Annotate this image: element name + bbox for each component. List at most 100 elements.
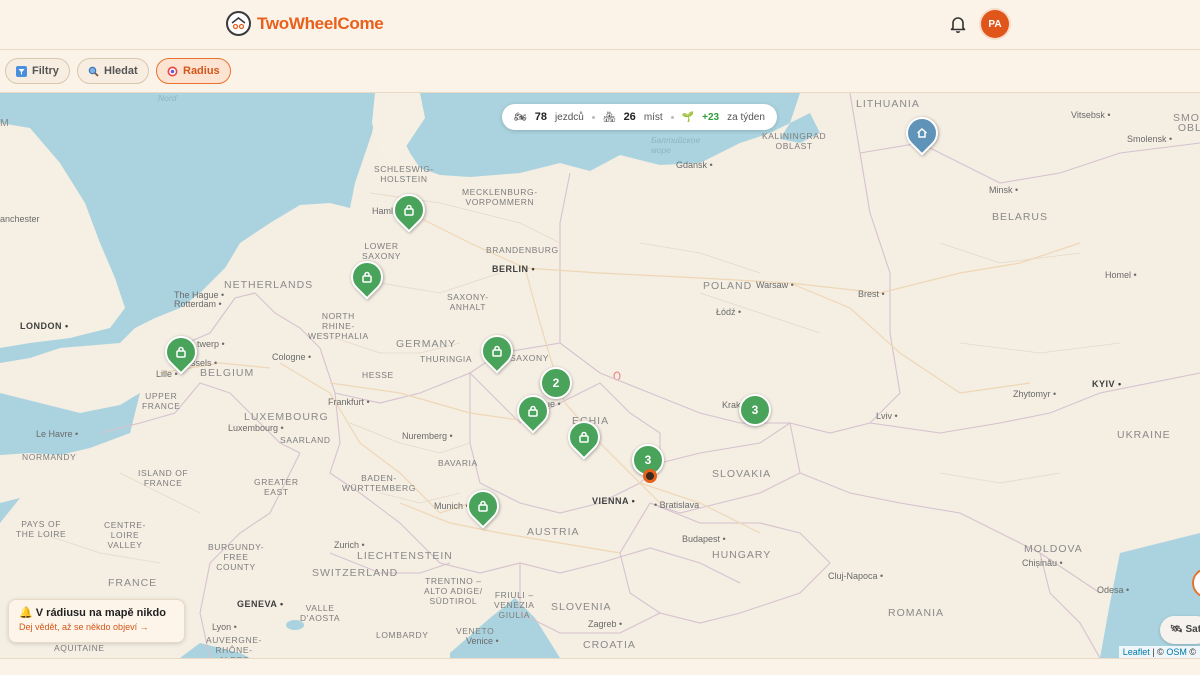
label-munich: Munich • xyxy=(434,501,469,511)
label-gdansk: Gdansk • xyxy=(676,160,713,170)
label-odesa: Odesa • xyxy=(1097,585,1130,595)
house-icon: 🏘 xyxy=(602,111,616,123)
map-cluster-krakow[interactable]: 3 xyxy=(739,394,771,426)
label-nuremberg: Nuremberg • xyxy=(402,431,453,441)
label-burgundy: BURGUNDY- FREE COUNTY xyxy=(208,542,265,572)
label-bavaria: BAVARIA xyxy=(438,458,478,468)
label-uk-fragment: M xyxy=(0,117,10,129)
label-brandenburg: BRANDENBURG xyxy=(486,245,559,255)
bell-icon[interactable] xyxy=(948,14,968,34)
label-lodz: Łódź • xyxy=(716,307,742,317)
osm-link[interactable]: OSM xyxy=(1166,647,1187,657)
label-geneva: GENEVA • xyxy=(237,599,284,609)
label-moldova: MOLDOVA xyxy=(1024,543,1083,555)
places-label: míst xyxy=(643,111,663,123)
label-poland: POLAND xyxy=(703,280,753,292)
label-chisinau: Chișinău • xyxy=(1022,558,1063,568)
app-name-part1: TwoWheel xyxy=(257,13,338,33)
label-hamburg: Haml xyxy=(372,206,394,216)
label-cologne: Cologne • xyxy=(272,352,312,362)
label-manchester: anchester xyxy=(0,214,40,224)
label-friuli: FRIULI – VENEZIA GIULIA xyxy=(494,590,535,620)
separator-dot xyxy=(591,115,595,119)
label-baltic-sea: Балтийское море xyxy=(651,135,701,155)
label-antwerp: twerp • xyxy=(197,339,225,349)
label-lithuania: LITHUANIA xyxy=(856,98,920,110)
label-luxembourg-region: LUXEMBOURG xyxy=(244,411,329,423)
label-thuringia: THURINGIA xyxy=(420,354,473,364)
home-icon xyxy=(906,117,938,149)
label-kyiv: KYIV • xyxy=(1092,379,1122,389)
label-croatia: CROATIA xyxy=(583,639,636,651)
search-icon xyxy=(88,66,99,77)
bell-emoji-icon: 🔔 xyxy=(19,607,33,619)
map[interactable]: Nord SCHLESWIG- HOLSTEIN MECKLENBURG- VORP… xyxy=(0,93,1200,658)
filters-label: Filtry xyxy=(32,65,59,77)
label-lower-saxony: LOWER SAXONY xyxy=(362,241,402,261)
separator-dot xyxy=(670,115,674,119)
notify-me-link[interactable]: Dej vědět, až se někdo objeví → xyxy=(19,622,174,632)
map-pin-prague[interactable] xyxy=(510,388,556,439)
label-romania: ROMANIA xyxy=(888,607,945,619)
label-budapest: Budapest • xyxy=(682,534,726,544)
alert-title: V rádiusu na mapě nikdo xyxy=(35,607,166,619)
avatar[interactable]: PA xyxy=(981,10,1009,38)
lock-icon xyxy=(467,490,499,522)
label-normandy: NORMANDY xyxy=(22,452,77,462)
map-pin-brussels[interactable] xyxy=(158,329,204,380)
label-lyon: Lyon • xyxy=(212,622,237,632)
map-cluster-prague[interactable]: 2 xyxy=(540,367,572,399)
map-pin-czechia[interactable] xyxy=(561,414,607,465)
label-smolensk: Smolensk • xyxy=(1127,134,1173,144)
map-pin-saxony[interactable] xyxy=(474,328,520,379)
motorcycle-icon: 🏍 xyxy=(514,111,527,123)
label-austria: AUSTRIA xyxy=(527,526,580,538)
logo-icon xyxy=(226,11,251,36)
label-auvergne: AUVERGNE-RHÔNE-ALPES xyxy=(206,635,262,658)
label-liechtenstein: LIECHTENSTEIN xyxy=(357,550,453,562)
label-zhytomyr: Zhytomyr • xyxy=(1013,389,1057,399)
map-pin-lower-saxony[interactable] xyxy=(344,254,390,305)
label-brest: Brest • xyxy=(858,289,885,299)
search-button[interactable]: Hledat xyxy=(77,58,149,84)
radius-label: Radius xyxy=(183,65,220,77)
label-baden: BADEN- WÜRTTEMBERG xyxy=(342,473,416,493)
radius-button[interactable]: Radius xyxy=(156,58,231,84)
label-slovenia: SLOVENIA xyxy=(551,601,612,613)
label-schleswig: SCHLESWIG- HOLSTEIN xyxy=(374,164,434,184)
label-frankfurt: Frankfurt • xyxy=(328,397,370,407)
label-hungary: HUNGARY xyxy=(712,549,772,561)
map-attribution: Leaflet | © OSM © xyxy=(1118,646,1200,658)
satellite-toggle[interactable]: 🛰 Sat xyxy=(1160,616,1200,644)
label-saxony-anhalt: SAXONY- ANHALT xyxy=(447,292,489,312)
label-berlin: BERLIN • xyxy=(492,264,536,274)
toolbar: Filtry Hledat Radius xyxy=(0,50,1200,93)
filters-button[interactable]: Filtry xyxy=(5,58,70,84)
label-switzerland: SWITZERLAND xyxy=(312,567,399,579)
search-label: Hledat xyxy=(104,65,138,77)
label-saxony: SAXONY xyxy=(510,353,550,363)
map-pin-hamburg[interactable] xyxy=(386,187,432,238)
label-aquitaine: AQUITAINE xyxy=(54,643,105,653)
label-minsk: Minsk • xyxy=(989,185,1019,195)
attribution-tail: © xyxy=(1189,647,1196,657)
lock-icon xyxy=(481,335,513,367)
app-name: TwoWheelCome xyxy=(257,13,384,34)
lock-icon xyxy=(165,336,197,368)
label-vitsebsk: Vitsebsk • xyxy=(1071,110,1111,120)
lock-icon xyxy=(351,261,383,293)
attribution-separator: | © xyxy=(1152,647,1164,657)
satellite-label: Sat xyxy=(1185,624,1200,635)
leaflet-link[interactable]: Leaflet xyxy=(1123,647,1150,657)
satellite-icon: 🛰 xyxy=(1170,624,1183,635)
app-logo[interactable]: TwoWheelCome xyxy=(226,11,384,36)
label-saarland: SAARLAND xyxy=(280,435,331,445)
label-germany: GERMANY xyxy=(396,338,457,350)
map-pin-munich[interactable] xyxy=(460,483,506,534)
label-france: FRANCE xyxy=(108,577,158,589)
label-grand-est: GREATER EAST xyxy=(254,477,299,497)
map-pin-lithuania[interactable] xyxy=(899,110,945,161)
radius-alert-card: 🔔 V rádiusu na mapě nikdo Dej vědět, až … xyxy=(8,599,185,643)
label-kaliningrad: KALININGRAD OBLAST xyxy=(762,131,827,151)
label-venice: Venice • xyxy=(466,636,499,646)
